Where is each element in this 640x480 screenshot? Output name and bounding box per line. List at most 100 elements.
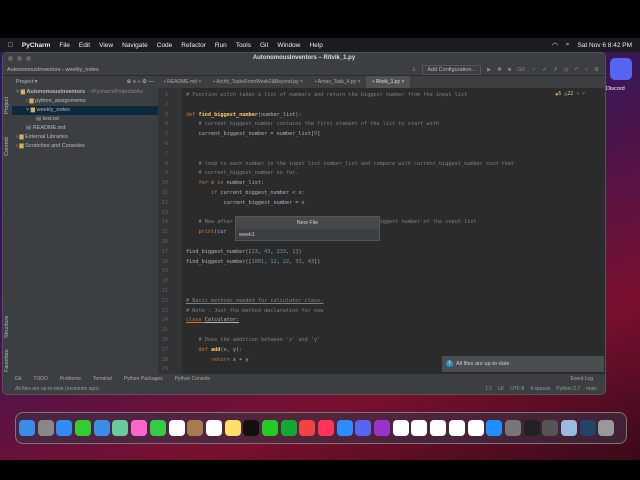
discord-icon[interactable] (355, 420, 372, 436)
side-tab-commit[interactable]: Commit (4, 137, 11, 156)
news-icon[interactable] (392, 420, 409, 436)
new-file-name-input[interactable]: week1 (236, 229, 379, 241)
toolwindow-problems[interactable]: Problems (60, 374, 81, 385)
podcasts-icon[interactable] (374, 420, 391, 436)
tab-ritvik-1-py[interactable]: ▪ Ritvik_1.py × (366, 76, 411, 88)
tv-icon[interactable] (243, 420, 260, 436)
toolwindow-python-console[interactable]: Python Console (175, 374, 210, 385)
toolwindow-git[interactable]: Git (15, 374, 21, 385)
safari-icon[interactable] (56, 420, 73, 436)
close-icon[interactable]: × (299, 79, 303, 85)
launchpad-icon[interactable] (37, 420, 54, 436)
maps-icon[interactable] (112, 420, 129, 436)
search-icon[interactable]: ⌕ (566, 41, 570, 49)
terminal-icon[interactable] (523, 420, 540, 436)
menu-window[interactable]: Window (277, 42, 300, 49)
toolwindow-terminal[interactable]: Terminal (93, 374, 112, 385)
music-icon[interactable] (318, 420, 334, 436)
git-push-icon[interactable]: ↗ (553, 64, 558, 76)
notification-balloon[interactable]: All files are up-to-date (442, 356, 604, 372)
menu-refactor[interactable]: Refactor (181, 42, 206, 49)
numbers-icon[interactable] (448, 420, 465, 436)
tab-arnav-task-4-py[interactable]: ▪ Arnav_Task_4.py × (309, 76, 367, 88)
keynote-icon[interactable] (430, 420, 447, 436)
breadcrumb-project[interactable]: AutonomousInventors (7, 67, 61, 73)
debug-icon[interactable]: ✱ (497, 64, 502, 76)
git-commit-icon[interactable]: ✓ (542, 64, 547, 76)
pages-icon[interactable] (467, 420, 484, 436)
tree-item[interactable]: ▤ README.md (12, 124, 158, 133)
search-everywhere-icon[interactable]: ⌕ (585, 64, 588, 76)
status-item[interactable]: Python 2.7 (556, 385, 580, 394)
chrome-icon[interactable] (299, 420, 316, 436)
status-item[interactable]: main (586, 385, 597, 394)
zoom-button[interactable] (26, 56, 31, 61)
status-item[interactable]: 1:1 (485, 385, 492, 394)
tree-item[interactable]: ˅ ▆ weekly_notes (12, 106, 158, 115)
status-item[interactable]: LF (498, 385, 504, 394)
facetime-icon[interactable] (149, 420, 166, 436)
messages-icon[interactable] (75, 420, 92, 436)
menu-navigate[interactable]: Navigate (122, 42, 148, 49)
menu-help[interactable]: Help (309, 42, 322, 49)
contacts-icon[interactable] (187, 420, 204, 436)
menu-file[interactable]: File (59, 42, 69, 49)
rollback-icon[interactable]: ↶ (574, 64, 579, 76)
zoom-icon[interactable] (336, 420, 353, 436)
tree-item[interactable]: ˅ ▆ AutonomousInventors ~/PycharmProjects… (12, 88, 158, 97)
stop-icon[interactable]: ■ (508, 64, 511, 76)
event-log-button[interactable]: Event Log (570, 374, 593, 385)
menu-app[interactable]: PyCharm (22, 42, 51, 49)
settings-icon[interactable]: ⚙ (594, 64, 599, 76)
quicktime-icon[interactable] (579, 420, 596, 436)
minimize-button[interactable] (17, 56, 22, 61)
history-icon[interactable]: ◷ (564, 64, 569, 76)
toolwindow-python-packages[interactable]: Python Packages (124, 374, 163, 385)
wifi-icon[interactable]: ◠ (552, 41, 558, 49)
project-view-selector[interactable]: Project ▾ (16, 76, 37, 88)
mail-icon[interactable] (93, 420, 110, 436)
menu-code[interactable]: Code (157, 42, 173, 49)
hangouts-icon[interactable] (280, 420, 297, 436)
trash-icon[interactable] (598, 420, 615, 436)
user-icon[interactable]: ♙ (411, 64, 416, 76)
tree-item[interactable]: › ▆ python_assignments (12, 97, 158, 106)
close-icon[interactable]: × (197, 79, 201, 85)
notes-icon[interactable] (224, 420, 241, 436)
app-store-icon[interactable] (486, 420, 503, 436)
breadcrumb-folder[interactable]: weekly_notes (65, 67, 98, 73)
menu-edit[interactable]: Edit (79, 42, 90, 49)
menu-git[interactable]: Git (260, 42, 268, 49)
automator-icon[interactable] (542, 420, 559, 436)
status-item[interactable]: 4 spaces (530, 385, 550, 394)
run-icon[interactable]: ▶ (487, 64, 491, 76)
menu-tools[interactable]: Tools (236, 42, 251, 49)
pycharm-icon[interactable] (261, 420, 278, 436)
close-icon[interactable]: × (400, 79, 404, 85)
status-item[interactable]: UTF-8 (510, 385, 524, 394)
close-button[interactable] (8, 56, 13, 61)
menu-view[interactable]: View (99, 42, 113, 49)
status-message[interactable]: All files are up-to-date (moments ago) (15, 385, 99, 394)
toolwindow-todo[interactable]: TODO (33, 374, 47, 385)
git-update-icon[interactable]: ✓ (532, 64, 537, 76)
tree-item[interactable]: ▤ test.txt (12, 115, 158, 124)
slack-icon[interactable] (411, 420, 428, 436)
side-tab-structure[interactable]: Structure (4, 316, 11, 338)
system-preferences-icon[interactable] (504, 420, 521, 436)
menu-run[interactable]: Run (215, 42, 227, 49)
calendar-icon[interactable] (168, 420, 185, 436)
photos-icon[interactable] (131, 420, 148, 436)
finder-icon[interactable] (19, 420, 35, 436)
preview-icon[interactable] (560, 420, 577, 436)
inspection-widget[interactable]: ▲6 △22 ˄ ˅ (555, 91, 585, 97)
tab-archit-tasksfromweek2-beyond-py[interactable]: ▪ Archit_TasksFromWeek2&Beyond.py × (207, 76, 309, 88)
tree-item[interactable]: › ▆ External Libraries (12, 133, 158, 142)
code-editor[interactable]: 1 2 3 4 5 6 7 8 9 10 11 12 13 14 15 16 17 18 19 20 21 22 23 24 2… (158, 88, 605, 374)
panel-tools[interactable]: ⊕ ≡ ÷ ⚙ — (127, 76, 154, 88)
tab-readme-md[interactable]: ▪ README.md × (158, 76, 207, 88)
clock[interactable]: Sat Nov 6 8:42 PM (577, 42, 632, 49)
add-configuration-button[interactable]: Add Configuration... (422, 64, 481, 75)
discord-desktop-icon[interactable] (610, 58, 632, 80)
side-tab-favorites[interactable]: Favorites (4, 349, 11, 372)
